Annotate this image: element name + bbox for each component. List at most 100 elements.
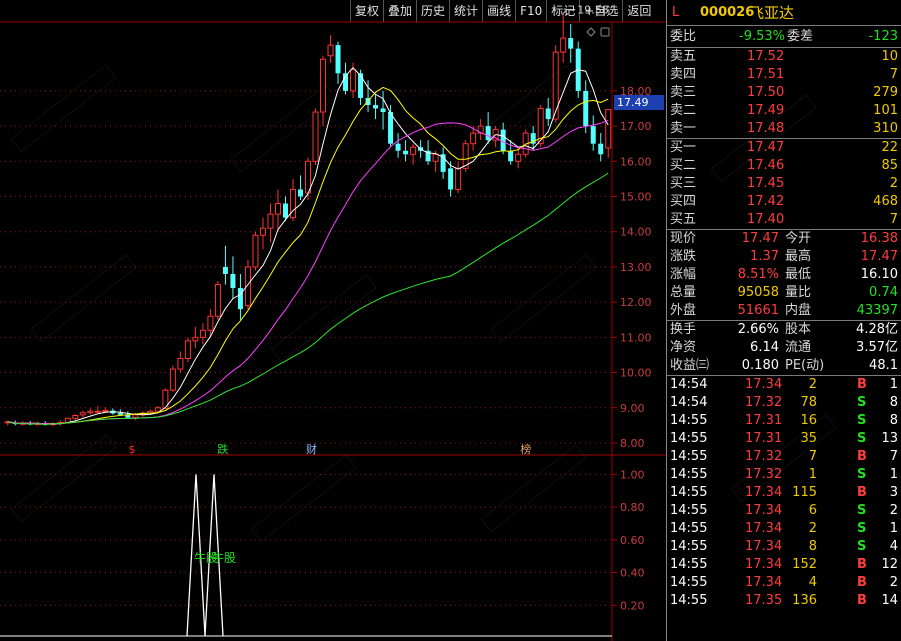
trade-volume: 1 <box>808 467 817 482</box>
stat-value: 8.51% <box>737 267 779 282</box>
bids-level-label: 买四 <box>670 194 697 209</box>
asks-row[interactable]: 卖一 17.48 310 <box>667 120 901 138</box>
bids-row[interactable]: 买二 17.46 85 <box>667 157 901 175</box>
stock-name[interactable]: 飞亚达 <box>749 0 794 26</box>
kline-chart[interactable]: 18.00 17.00 16.00 15.00 14.00 13.00 12.00 11.00… <box>0 0 666 641</box>
stat-value: 16.38 <box>860 231 898 246</box>
asks-volume: 10 <box>881 49 898 64</box>
price-tick-label: 9.00 <box>620 402 645 415</box>
trade-volume: 6 <box>808 503 817 518</box>
trade-count: 12 <box>881 557 898 572</box>
commission-diff: -123 <box>868 29 898 44</box>
indicator-tick-label: 0.60 <box>620 534 645 547</box>
fundamental-label: 流通 <box>785 340 812 355</box>
high-price-label: 19.58 <box>577 3 609 16</box>
stat-label: 量比 <box>785 285 812 300</box>
candle-up <box>470 132 477 145</box>
trade-row: 14:55 17.35 136 B 14 <box>667 592 901 610</box>
candle-down <box>568 38 574 49</box>
trade-volume: 16 <box>800 413 817 428</box>
high-marker-line <box>562 8 576 14</box>
trade-time: 14:55 <box>670 557 708 572</box>
trade-time: 14:55 <box>670 431 708 446</box>
indicator-tick-label: 1.00 <box>620 468 645 481</box>
price-tick-label: 8.00 <box>620 437 645 450</box>
trade-volume: 115 <box>792 485 817 500</box>
candle-down <box>583 90 589 127</box>
stat-value: 0.74 <box>869 285 898 300</box>
trade-price: 17.32 <box>745 467 783 482</box>
trade-volume: 2 <box>808 377 817 392</box>
asks-level-label: 卖一 <box>670 121 697 136</box>
trade-side: B <box>857 377 867 392</box>
candle-up <box>552 51 559 120</box>
stat-value: 17.47 <box>741 231 779 246</box>
fundamental-label: 换手 <box>670 322 697 337</box>
bids-price: 17.40 <box>747 212 785 227</box>
fundamental-row: 换手 2.66% 股本 4.28亿 <box>667 321 901 339</box>
candle-up <box>192 336 199 342</box>
asks-row[interactable]: 卖五 17.52 10 <box>667 48 901 66</box>
bids-row[interactable]: 买四 17.42 468 <box>667 193 901 211</box>
bids-price: 17.42 <box>747 194 785 209</box>
trade-count: 1 <box>889 467 898 482</box>
candle-up <box>312 111 319 162</box>
kline-chart-canvas[interactable]: 18.0017.0016.0015.0014.0013.0012.0011.00… <box>0 0 666 641</box>
bids-row[interactable]: 买三 17.45 2 <box>667 175 901 193</box>
stock-header: L 000026 飞亚达 <box>667 0 901 26</box>
stat-label: 今开 <box>785 231 812 246</box>
asks-row[interactable]: 卖三 17.50 279 <box>667 84 901 102</box>
trade-price: 17.31 <box>745 413 783 428</box>
indicator-tick-label: 0.20 <box>620 599 645 612</box>
candle-up <box>132 414 139 419</box>
asks-price: 17.49 <box>747 103 785 118</box>
trade-count: 13 <box>881 431 898 446</box>
candle-up <box>154 407 161 412</box>
candle-up <box>455 167 462 190</box>
trade-volume: 7 <box>808 449 817 464</box>
trade-ticks[interactable]: 14:54 17.34 2 B 1 14:54 17.32 78 S 8 14:55 17.31 16 S… <box>667 376 901 610</box>
stock-code[interactable]: 000026 <box>700 0 754 26</box>
asks-volume: 101 <box>873 103 898 118</box>
candle-up <box>274 203 281 215</box>
candle-up <box>87 410 94 414</box>
indicator-tick-label: 0.40 <box>620 567 645 580</box>
bids-price: 17.45 <box>747 176 785 191</box>
candle-up <box>432 153 439 162</box>
trade-time: 14:54 <box>670 377 708 392</box>
stat-label: 最高 <box>785 249 812 264</box>
stat-value: 95058 <box>737 285 779 300</box>
asks-price: 17.48 <box>747 121 785 136</box>
candle-up <box>327 44 334 57</box>
asks-row[interactable]: 卖四 17.51 7 <box>667 66 901 84</box>
trade-time: 14:55 <box>670 485 708 500</box>
asks-price: 17.51 <box>747 67 785 82</box>
candle-down <box>358 73 364 98</box>
bids-price: 17.46 <box>747 158 785 173</box>
indicator-signal-label: 牛股 <box>212 550 236 565</box>
trade-volume: 35 <box>800 431 817 446</box>
bids-row[interactable]: 买一 17.47 22 <box>667 139 901 157</box>
candle-up <box>252 234 259 268</box>
bids-level-label: 买五 <box>670 212 697 227</box>
candle-down <box>403 150 409 155</box>
price-tick-label: 12.00 <box>620 296 652 309</box>
bids-volume: 2 <box>889 176 898 191</box>
candle-up <box>72 414 79 419</box>
trade-time: 14:54 <box>670 395 708 410</box>
trade-price: 17.34 <box>745 503 783 518</box>
trade-time: 14:55 <box>670 503 708 518</box>
fundamental-value: 6.14 <box>750 340 779 355</box>
candle-down <box>335 45 341 74</box>
asks-row[interactable]: 卖二 17.49 101 <box>667 102 901 120</box>
quote-panel: L 000026 飞亚达 委比 -9.53% 委差 -123 卖五 17.52 10… <box>666 0 901 641</box>
trade-row: 14:55 17.34 2 S 1 <box>667 520 901 538</box>
bids-price: 17.47 <box>747 140 785 155</box>
bid-book: 买一 17.47 22 买二 17.46 85 买三 17.45 2 买四 17.42 468 买五 17… <box>667 139 901 230</box>
trade-count: 2 <box>889 575 898 590</box>
stat-label: 内盘 <box>785 303 812 318</box>
price-tick-label: 15.00 <box>620 191 652 204</box>
stat-label: 现价 <box>670 231 697 246</box>
trade-time: 14:55 <box>670 413 708 428</box>
bids-row[interactable]: 买五 17.40 7 <box>667 211 901 229</box>
